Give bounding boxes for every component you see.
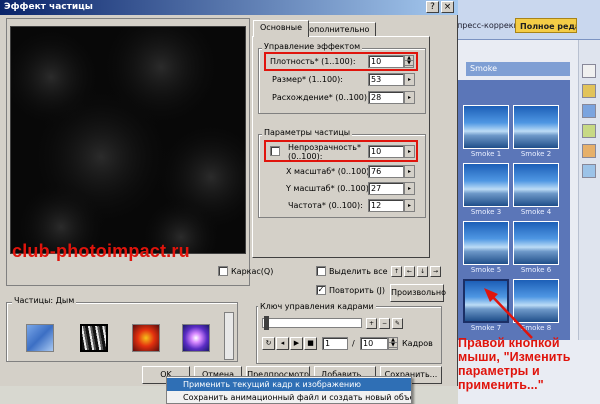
arrow-left-icon[interactable]: ← (404, 266, 415, 277)
gallery-thumb[interactable]: Smoke 4 (512, 162, 560, 220)
yscale-input[interactable]: 27 (368, 182, 404, 195)
frames-spinner[interactable]: ▲ ▼ (388, 337, 398, 350)
tool-icon[interactable] (582, 144, 596, 158)
wireframe-checkbox[interactable] (218, 266, 228, 276)
spread-input[interactable]: 28 (368, 91, 404, 104)
opacity-slider-button[interactable]: ▸ (404, 145, 415, 158)
opacity-label: Непрозрачность* (0..100): (288, 143, 361, 161)
frequency-label: Частота* (0..100): (288, 201, 363, 210)
size-input[interactable]: 53 (368, 73, 404, 86)
menu-item-apply-frame[interactable]: Применить текущий кадр к изображению (167, 378, 411, 391)
spread-label: Расхождение* (0..100): (272, 93, 370, 102)
repeat-label: Повторить (J) (329, 286, 385, 295)
frequency-input[interactable]: 12 (368, 199, 404, 212)
frames-label: Кадров (402, 339, 433, 348)
density-input[interactable]: 10 (368, 55, 404, 68)
particles-scrollbar[interactable] (224, 312, 234, 360)
particle-tile-fire[interactable] (132, 324, 160, 352)
host-tab-full-edit[interactable]: Полное редак... (515, 18, 577, 33)
preview-canvas (10, 26, 246, 254)
keyframe-group (256, 306, 442, 364)
select-all-label: Выделить все (329, 267, 388, 276)
particle-tile-sky[interactable] (26, 324, 54, 352)
rewind-icon[interactable]: ◂ (276, 337, 289, 350)
effect-group-label: Управление эффектом (262, 42, 363, 51)
tool-icon[interactable] (582, 104, 596, 118)
tool-icon[interactable] (582, 64, 596, 78)
density-spinner[interactable]: ▲ ▼ (404, 55, 414, 68)
size-slider-button[interactable]: ▸ (404, 73, 415, 86)
play-icon[interactable]: ▶ (290, 337, 303, 350)
folder-icon[interactable] (582, 84, 596, 98)
keyframe-timeline[interactable] (262, 318, 362, 328)
tab-basic[interactable]: Основные (253, 20, 310, 37)
repeat-checkbox[interactable]: ✓ (316, 285, 326, 295)
particles-label: Частицы: Дым (12, 296, 77, 305)
opacity-input[interactable]: 10 (368, 145, 404, 158)
frequency-slider-button[interactable]: ▸ (404, 199, 415, 212)
select-all-checkbox[interactable] (316, 266, 326, 276)
particle-tile-smoke[interactable] (80, 324, 108, 352)
remove-key-icon[interactable]: − (379, 318, 390, 329)
watermark-text: club-photoimpact.ru (12, 241, 190, 261)
menu-item-save-animation[interactable]: Сохранить анимационный файл и создать но… (167, 391, 411, 404)
dialog-title: Эффект частицы (0, 0, 458, 15)
gallery-thumb[interactable]: Smoke 5 (462, 220, 510, 278)
opacity-checkbox[interactable] (270, 146, 280, 156)
loop-icon[interactable]: ↻ (262, 337, 275, 350)
tool-icon[interactable] (582, 164, 596, 178)
gallery-thumb[interactable]: Smoke 3 (462, 162, 510, 220)
particle-group-label: Параметры частицы (262, 128, 353, 137)
xscale-input[interactable]: 76 (368, 165, 404, 178)
stop-icon[interactable]: ■ (304, 337, 317, 350)
density-label: Плотность* (1..100): (270, 57, 356, 66)
help-button[interactable]: ? (426, 1, 439, 13)
close-button[interactable]: × (441, 1, 454, 13)
xscale-slider-button[interactable]: ▸ (404, 165, 415, 178)
annotation-arrow-icon (484, 288, 533, 339)
current-frame-input[interactable]: 1 (322, 337, 348, 350)
total-frames-input[interactable]: 10 (360, 337, 388, 350)
arrow-up-icon[interactable]: ↑ (391, 266, 402, 277)
yscale-label: Y масштаб* (0..100): (286, 184, 372, 193)
add-key-icon[interactable]: + (366, 318, 377, 329)
keyframe-label: Ключ управления кадрами (258, 302, 376, 311)
brush-icon[interactable]: ✎ (392, 318, 403, 329)
tool-icon[interactable] (582, 124, 596, 138)
frame-separator: / (352, 339, 355, 348)
wireframe-label: Каркас(Q) (231, 267, 274, 276)
random-button[interactable]: Произвольно (390, 284, 446, 302)
arrow-down-icon[interactable]: ↓ (417, 266, 428, 277)
spread-slider-button[interactable]: ▸ (404, 91, 415, 104)
gallery-thumb[interactable]: Smoke 2 (512, 104, 560, 162)
xscale-label: X масштаб* (0..100): (286, 167, 373, 176)
size-label: Размер* (1..100): (272, 75, 343, 84)
host-tab-express[interactable]: рпресс-коррекц (448, 18, 523, 33)
arrow-right-icon[interactable]: → (430, 266, 441, 277)
gallery-thumb[interactable]: Smoke 1 (462, 104, 510, 162)
yscale-slider-button[interactable]: ▸ (404, 182, 415, 195)
gallery-header: Smoke (466, 62, 570, 76)
context-menu: Применить текущий кадр к изображению Сох… (166, 376, 412, 404)
gallery-thumb[interactable]: Smoke 6 (512, 220, 560, 278)
particle-tile-firework[interactable] (182, 324, 210, 352)
keyframe-marker[interactable] (264, 316, 269, 330)
smoke-texture (11, 27, 245, 253)
